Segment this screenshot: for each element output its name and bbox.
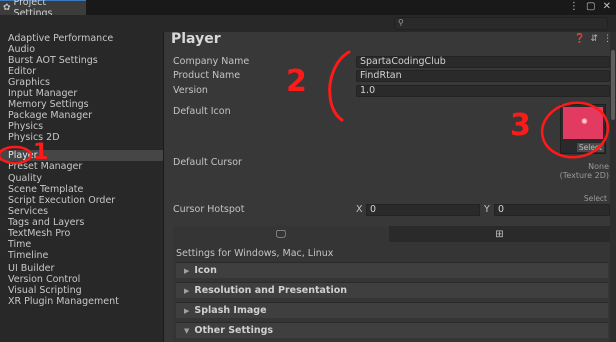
platform-tabs: 🖵 ⊞ bbox=[173, 226, 610, 242]
section-label: Icon bbox=[194, 265, 217, 276]
sidebar-item-visual-scripting[interactable]: Visual Scripting bbox=[0, 285, 163, 296]
sidebar-item-tags-and-layers[interactable]: Tags and Layers bbox=[0, 217, 163, 228]
sidebar-item-physics[interactable]: Physics bbox=[0, 121, 163, 132]
sidebar-item-services[interactable]: Services bbox=[0, 206, 163, 217]
sidebar-item-memory-settings[interactable]: Memory Settings bbox=[0, 99, 163, 110]
webgl-platform-icon: ⊞ bbox=[495, 228, 504, 240]
search-row: ⚲ bbox=[0, 15, 616, 32]
sidebar-item-input-manager[interactable]: Input Manager bbox=[0, 88, 163, 99]
sidebar-item-player[interactable]: Player bbox=[0, 150, 163, 161]
settings-for-label: Settings for Windows, Mac, Linux bbox=[176, 248, 334, 259]
sidebar-item-package-manager[interactable]: Package Manager bbox=[0, 110, 163, 121]
default-icon-picker[interactable]: ✺ Select bbox=[560, 104, 606, 154]
section-label: Resolution and Presentation bbox=[194, 285, 348, 296]
search-icon: ⚲ bbox=[398, 18, 404, 27]
default-cursor-label: Default Cursor bbox=[173, 157, 242, 168]
section-splash-image[interactable]: ▶ Splash Image bbox=[176, 302, 608, 318]
sidebar-item-ui-builder[interactable]: UI Builder bbox=[0, 263, 163, 274]
sidebar-item-quality[interactable]: Quality bbox=[0, 173, 163, 184]
annotation-number-2: 2 bbox=[286, 64, 307, 99]
collapsed-arrow-icon: ▶ bbox=[184, 266, 190, 275]
preset-icon[interactable]: ⇵ bbox=[590, 34, 598, 44]
help-icon[interactable]: ❓ bbox=[574, 34, 585, 44]
window-controls[interactable]: ⋮ ▢ ✕ bbox=[569, 1, 613, 12]
cursor-type-text: (Texture 2D) bbox=[559, 171, 609, 180]
page-title: Player bbox=[171, 32, 221, 47]
tab-webgl[interactable]: ⊞ bbox=[389, 226, 610, 242]
cursor-none-text: None bbox=[588, 162, 609, 171]
section-label: Other Settings bbox=[194, 325, 274, 336]
vertical-scrollbar[interactable] bbox=[610, 32, 616, 342]
tab-standalone[interactable]: 🖵 bbox=[173, 226, 389, 242]
sidebar-item-script-execution-order[interactable]: Script Execution Order bbox=[0, 195, 163, 206]
default-cursor-value[interactable]: None (Texture 2D) bbox=[551, 162, 609, 180]
default-icon-label: Default Icon bbox=[173, 106, 231, 117]
section-other-settings[interactable]: ▼ Other Settings bbox=[176, 322, 608, 338]
hotspot-x-label: X bbox=[356, 204, 363, 215]
section-icon[interactable]: ▶ Icon bbox=[176, 262, 608, 278]
collapsed-arrow-icon: ▶ bbox=[184, 306, 190, 315]
company-name-field[interactable]: SpartaCodingClub bbox=[356, 56, 610, 68]
cursor-hotspot-label: Cursor Hotspot bbox=[173, 204, 245, 215]
collapsed-arrow-icon: ▶ bbox=[184, 286, 190, 295]
sidebar-item-physics-2d[interactable]: Physics 2D bbox=[0, 132, 163, 143]
platform-settings: 🖵 ⊞ Settings for Windows, Mac, Linux ▶ Ic… bbox=[173, 226, 610, 342]
sidebar-item-editor[interactable]: Editor bbox=[0, 66, 163, 77]
settings-sidebar: Adaptive Performance Audio Burst AOT Set… bbox=[0, 32, 163, 342]
product-name-field[interactable]: FindRtan bbox=[356, 70, 610, 82]
section-resolution[interactable]: ▶ Resolution and Presentation bbox=[176, 282, 608, 298]
header-icons: ❓ ⇵ ⋮ bbox=[569, 34, 612, 44]
sidebar-item-xr-plugin-management[interactable]: XR Plugin Management bbox=[0, 296, 163, 307]
app-icon-thumbnail: ✺ bbox=[563, 107, 603, 139]
version-label: Version bbox=[173, 85, 208, 96]
icon-select-button[interactable]: Select bbox=[576, 143, 604, 152]
sidebar-item-preset-manager[interactable]: Preset Manager bbox=[0, 161, 163, 172]
sidebar-item-adaptive-performance[interactable]: Adaptive Performance bbox=[0, 33, 163, 44]
annotation-number-1: 1 bbox=[33, 140, 49, 165]
section-label: Splash Image bbox=[194, 305, 267, 316]
hotspot-x-field[interactable]: 0 bbox=[366, 204, 480, 216]
sidebar-item-timeline[interactable]: Timeline bbox=[0, 250, 163, 261]
annotation-number-3: 3 bbox=[510, 108, 531, 143]
search-input[interactable]: ⚲ bbox=[394, 17, 608, 30]
standalone-platform-icon: 🖵 bbox=[276, 228, 286, 240]
company-name-label: Company Name bbox=[173, 56, 250, 67]
sidebar-item-time[interactable]: Time bbox=[0, 239, 163, 250]
expanded-arrow-icon: ▼ bbox=[184, 326, 190, 335]
cursor-select-button[interactable]: Select bbox=[584, 194, 607, 203]
sidebar-item-burst-aot-settings[interactable]: Burst AOT Settings bbox=[0, 55, 163, 66]
project-settings-tab[interactable]: ✿ Project Settings bbox=[0, 0, 86, 19]
sidebar-item-version-control[interactable]: Version Control bbox=[0, 274, 163, 285]
title-bar: ✿ Project Settings ⋮ ▢ ✕ bbox=[0, 0, 616, 19]
sidebar-item-graphics[interactable]: Graphics bbox=[0, 77, 163, 88]
scrollbar-thumb[interactable] bbox=[611, 50, 615, 120]
sidebar-item-scene-template[interactable]: Scene Template bbox=[0, 184, 163, 195]
sidebar-item-audio[interactable]: Audio bbox=[0, 44, 163, 55]
version-field[interactable]: 1.0 bbox=[356, 85, 610, 97]
product-name-label: Product Name bbox=[173, 70, 241, 81]
gear-icon: ✿ bbox=[3, 3, 11, 13]
sidebar-item-textmesh-pro[interactable]: TextMesh Pro bbox=[0, 228, 163, 239]
hotspot-y-field[interactable]: 0 bbox=[494, 204, 610, 216]
player-settings-panel: Player ❓ ⇵ ⋮ Company Name SpartaCodingClub… bbox=[164, 32, 616, 342]
hotspot-y-label: Y bbox=[484, 204, 490, 215]
